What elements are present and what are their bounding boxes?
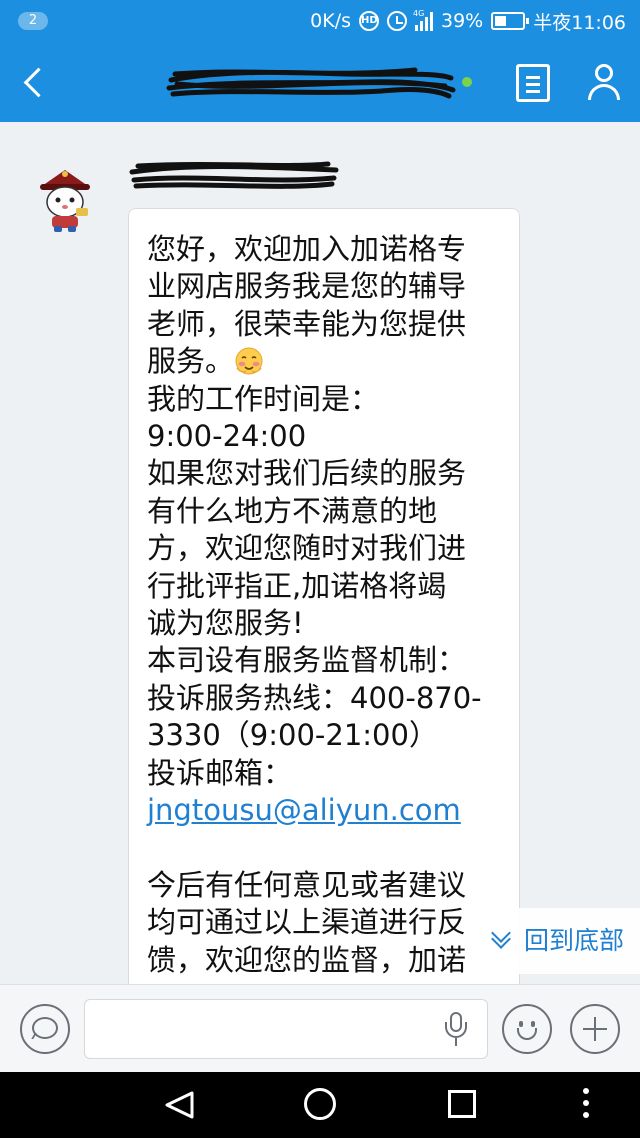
back-to-bottom-label: 回到底部 bbox=[524, 926, 625, 955]
message-line: 投诉服务热线：400-870- bbox=[147, 680, 482, 715]
status-bar-right: 0K/s HD 4G 39% 半夜11:06 bbox=[310, 8, 626, 34]
message-line: 如果您对我们后续的服务 bbox=[147, 456, 467, 491]
contact-profile-button[interactable] bbox=[586, 62, 622, 102]
message-line: 我的工作时间是： bbox=[147, 381, 380, 416]
alarm-icon bbox=[387, 11, 407, 31]
battery-percent: 39% bbox=[441, 10, 484, 32]
battery-icon bbox=[491, 12, 530, 30]
system-navigation-bar bbox=[0, 1072, 640, 1138]
chat-area[interactable]: 您好，欢迎加入加诺格专 业网店服务我是您的辅导 老师，很荣幸能为您提供 服务。 … bbox=[0, 122, 640, 984]
online-status-dot bbox=[462, 77, 472, 87]
network-speed: 0K/s bbox=[310, 10, 351, 32]
message-line-with-emoji: 服务。 bbox=[147, 343, 503, 380]
message-line: 3330（9:00-21:00） bbox=[147, 718, 438, 753]
message-input[interactable] bbox=[84, 999, 488, 1059]
status-bar: 2 0K/s HD 4G 39% 半夜11:06 bbox=[0, 0, 640, 42]
message-line: 老师，很荣幸能为您提供 bbox=[147, 306, 467, 341]
nav-more-button[interactable] bbox=[583, 1088, 589, 1122]
message-line: 9:00-24:00 bbox=[147, 419, 307, 454]
back-button[interactable] bbox=[14, 60, 54, 104]
message-line: 业网店服务我是您的辅导 bbox=[147, 269, 467, 304]
more-options-button[interactable] bbox=[570, 1004, 620, 1054]
signal-icon: 4G bbox=[413, 9, 433, 31]
back-to-bottom-button[interactable]: 回到底部 bbox=[480, 908, 640, 974]
chat-record-button[interactable] bbox=[516, 64, 550, 102]
message-line-text: 服务。 bbox=[147, 344, 235, 379]
clock: 半夜11:06 bbox=[533, 11, 626, 34]
blushing-emoji-icon bbox=[235, 347, 263, 375]
hd-call-icon: HD bbox=[359, 11, 379, 31]
voice-message-button[interactable] bbox=[20, 1004, 70, 1054]
message-line: 馈，欢迎您的监督，加诺 bbox=[147, 942, 467, 977]
avatar[interactable] bbox=[36, 168, 94, 234]
message-line: 均可通过以上渠道进行反 bbox=[147, 905, 467, 940]
message-line: 您好，欢迎加入加诺格专 bbox=[147, 232, 467, 266]
message-line: 行批评指正,加诺格将竭 bbox=[147, 568, 447, 603]
message-line: 有什么地方不满意的地 bbox=[147, 493, 438, 528]
redacted-sender-name bbox=[129, 161, 339, 189]
complaint-email-link[interactable]: jngtousu@aliyun.com bbox=[147, 793, 461, 827]
nav-home-button[interactable] bbox=[304, 1088, 336, 1120]
message-bubble[interactable]: 您好，欢迎加入加诺格专 业网店服务我是您的辅导 老师，很荣幸能为您提供 服务。 … bbox=[128, 208, 520, 984]
microphone-icon[interactable] bbox=[443, 1012, 469, 1048]
email-link-line: jngtousu@aliyun.com bbox=[147, 792, 503, 829]
nav-back-button[interactable] bbox=[162, 1090, 196, 1120]
chat-header bbox=[0, 42, 640, 122]
notification-count-badge: 2 bbox=[18, 12, 48, 30]
redacted-contact-name bbox=[166, 67, 456, 99]
message-line: 今后有任何意见或者建议 bbox=[147, 867, 467, 902]
nav-recent-apps-button[interactable] bbox=[448, 1090, 476, 1118]
emoji-button[interactable] bbox=[502, 1004, 552, 1054]
input-bar bbox=[0, 984, 640, 1072]
message-line: 投诉邮箱： bbox=[147, 755, 293, 790]
message-blank-line bbox=[147, 830, 503, 867]
message-line: 诚为您服务! bbox=[147, 606, 304, 641]
message-line: 本司设有服务监督机制： bbox=[147, 643, 467, 678]
message-line: 方，欢迎您随时对我们进 bbox=[147, 531, 467, 566]
